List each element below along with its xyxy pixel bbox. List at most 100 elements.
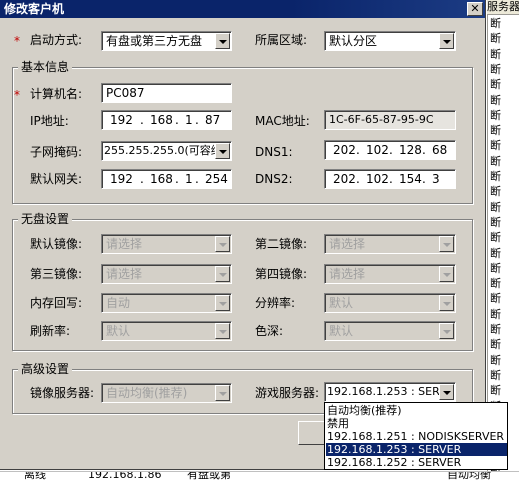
chevron-down-icon — [439, 236, 454, 252]
bg-grid-cell: 断 — [490, 215, 501, 229]
image-server-value: 自动均衡(推荐) — [106, 386, 188, 400]
advanced-settings-title: 高级设置 — [18, 362, 73, 376]
dropdown-option[interactable]: 192.168.1.253 : SERVER — [326, 443, 507, 456]
game-server-label: 游戏服务器: — [255, 386, 320, 400]
memory-writeback-select[interactable]: 自动 — [101, 293, 232, 313]
dns1-octet-1: 202 — [333, 143, 356, 157]
dropdown-option[interactable]: 192.168.1.251 : NODISKSERVER — [326, 430, 507, 443]
third-image-value: 请选择 — [106, 267, 143, 281]
refresh-rate-label: 刷新率: — [30, 324, 71, 338]
ip-address-field[interactable]: 192 . 168 . 1 . 87 — [101, 110, 232, 130]
third-image-label: 第三镜像: — [30, 267, 83, 281]
dns2-octet-4: 3 — [432, 172, 440, 186]
dialog-titlebar[interactable]: 修改客户机 ✕ — [0, 0, 485, 18]
dns1-octet-4: 68 — [432, 143, 448, 157]
dropdown-option[interactable]: 禁用 — [326, 417, 507, 430]
chevron-down-icon — [215, 236, 230, 252]
chevron-down-icon — [439, 295, 454, 311]
bg-grid-cell: 断 — [490, 231, 501, 245]
mac-address-field: 1C-6F-65-87-95-9C — [324, 110, 456, 130]
boot-mode-label: 启动方式: — [30, 33, 83, 47]
gateway-label: 默认网关: — [30, 172, 83, 186]
computer-name-label: 计算机名: — [30, 87, 83, 101]
gateway-octet-4: 254 — [205, 172, 228, 186]
boot-mode-select[interactable]: 有盘或第三方无盘 — [101, 31, 232, 51]
chevron-down-icon — [215, 385, 230, 401]
fourth-image-select[interactable]: 请选择 — [324, 264, 456, 284]
close-icon: ✕ — [470, 2, 480, 15]
game-server-select[interactable]: 192.168.1.253 : SERVE — [324, 382, 456, 402]
bg-grid-cell: 断 — [490, 170, 501, 183]
color-depth-value: 默认 — [329, 324, 354, 338]
background-grid-header: 服务器 — [487, 0, 519, 15]
computer-name-input[interactable]: PC087 — [101, 83, 232, 103]
bg-grid-cell: 断 — [490, 62, 501, 76]
chevron-down-icon — [439, 266, 454, 282]
basic-info-title: 基本信息 — [18, 60, 73, 74]
resolution-select[interactable]: 默认 — [324, 293, 456, 313]
subnet-select[interactable]: 255.255.255.0(可容纳 — [101, 141, 232, 161]
second-image-value: 请选择 — [329, 237, 366, 251]
memory-writeback-value: 自动 — [106, 296, 131, 310]
subnet-label: 子网掩码: — [30, 145, 83, 159]
ip-label: IP地址: — [30, 114, 69, 128]
default-image-select[interactable]: 请选择 — [101, 234, 232, 254]
chevron-down-icon — [215, 323, 230, 339]
chevron-down-icon[interactable] — [439, 384, 454, 400]
game-server-value: 192.168.1.253 : SERVE — [327, 385, 454, 398]
chevron-down-icon[interactable] — [215, 33, 230, 49]
default-image-value: 请选择 — [106, 237, 143, 251]
bg-grid-cell: 断 — [490, 108, 501, 122]
bg-grid-cell: 断 — [490, 93, 501, 107]
fourth-image-value: 请选择 — [329, 267, 366, 281]
image-server-label: 镜像服务器: — [30, 386, 95, 400]
bg-grid-cell: 断 — [490, 277, 501, 291]
dns1-label: DNS1: — [255, 145, 293, 159]
image-server-select[interactable]: 自动均衡(推荐) — [101, 383, 232, 403]
game-server-dropdown-list: 自动均衡(推荐) 禁用 192.168.1.251 : NODISKSERVER 19… — [324, 402, 508, 470]
region-label: 所属区域: — [255, 33, 308, 47]
gateway-octet-2: 168 — [150, 172, 173, 186]
chevron-down-icon — [215, 295, 230, 311]
color-depth-select[interactable]: 默认 — [324, 321, 456, 341]
dns2-octet-3: 154 — [399, 172, 422, 186]
gateway-field[interactable]: 192 . 168 . 1 . 254 — [101, 169, 232, 189]
bg-grid-cell: 断 — [490, 261, 501, 275]
dns2-octet-2: 102 — [366, 172, 389, 186]
memory-writeback-label: 内存回写: — [30, 296, 83, 310]
second-image-select[interactable]: 请选择 — [324, 234, 456, 254]
bg-grid-cell: 断 — [490, 185, 501, 199]
bg-ip-cell: 192.168.1.86 — [88, 471, 162, 481]
bg-grid-cell: 断 — [490, 78, 501, 92]
color-depth-label: 色深: — [255, 324, 284, 338]
close-button[interactable]: ✕ — [467, 2, 483, 16]
diskless-settings-title: 无盘设置 — [18, 212, 73, 226]
boot-mode-value: 有盘或第三方无盘 — [106, 34, 203, 48]
gateway-octet-3: 1 — [185, 172, 193, 186]
dns2-field[interactable]: 202 . 102 . 154 . 3 — [324, 169, 456, 189]
dropdown-option[interactable]: 192.168.1.252 : SERVER — [326, 456, 507, 469]
second-image-label: 第二镜像: — [255, 237, 308, 251]
bg-grid-cell: 断 — [490, 353, 501, 367]
bg-grid-cell: 断 — [490, 307, 501, 321]
refresh-rate-value: 默认 — [106, 324, 131, 338]
region-select[interactable]: 默认分区 — [324, 31, 456, 51]
chevron-down-icon[interactable] — [215, 143, 230, 159]
computer-name-value: PC087 — [106, 86, 145, 100]
bg-grid-cell: 断 — [490, 384, 501, 398]
dialog-title: 修改客户机 — [4, 2, 65, 16]
bg-grid-cell: 断 — [490, 32, 501, 46]
bg-grid-cell: 断 — [490, 124, 501, 138]
default-image-label: 默认镜像: — [30, 237, 83, 251]
dns2-label: DNS2: — [255, 172, 293, 186]
refresh-rate-select[interactable]: 默认 — [101, 321, 232, 341]
dns1-field[interactable]: 202 . 102 . 128 . 68 — [324, 140, 456, 160]
bg-grid-cell: 断 — [490, 17, 501, 30]
chevron-down-icon[interactable] — [439, 33, 454, 49]
required-mark: * — [14, 88, 20, 102]
third-image-select[interactable]: 请选择 — [101, 264, 232, 284]
dropdown-option[interactable]: 自动均衡(推荐) — [326, 404, 507, 417]
bg-grid-cell: 断 — [490, 323, 501, 336]
dns2-octet-1: 202 — [333, 172, 356, 186]
mac-label: MAC地址: — [255, 114, 310, 128]
